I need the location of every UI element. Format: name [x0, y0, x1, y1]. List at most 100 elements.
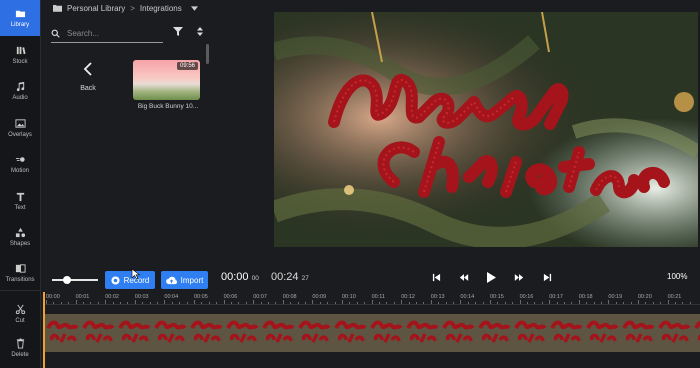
scrollbar[interactable] — [206, 44, 209, 64]
media-thumbnail[interactable]: 09:56 — [133, 60, 200, 100]
timeline-tick — [268, 302, 269, 304]
timeline-tick — [460, 300, 462, 304]
search-box — [51, 24, 163, 43]
filmstrip-frame — [260, 314, 296, 352]
timeline-tick — [445, 302, 447, 304]
timeline-tick — [290, 302, 292, 304]
timeline-tick — [297, 302, 299, 304]
current-timecode: 00:00 00 — [221, 271, 259, 283]
rail-item-overlays[interactable]: Overlays — [0, 110, 40, 146]
playhead[interactable] — [43, 292, 45, 368]
video-preview[interactable] — [274, 12, 698, 247]
timeline-tick — [260, 302, 262, 304]
filter-icon[interactable] — [173, 27, 183, 36]
rewind-button[interactable] — [458, 271, 470, 283]
breadcrumb-current: Integrations — [139, 3, 182, 13]
timeline-zoom-slider[interactable] — [52, 279, 98, 281]
filmstrip-frame — [116, 314, 152, 352]
timeline-tick — [334, 302, 336, 304]
timeline-tick-label: 00:18 — [578, 294, 593, 300]
mouse-cursor-icon — [131, 268, 141, 280]
breadcrumb-root[interactable]: Personal Library — [67, 4, 125, 13]
timeline-tick — [438, 302, 440, 304]
total-frames: 27 — [301, 275, 309, 282]
timeline-tick — [364, 302, 366, 304]
timeline-tick-label: 00:08 — [282, 294, 297, 300]
fast-forward-button[interactable] — [513, 271, 525, 283]
timeline-tick-label: 00:05 — [194, 294, 208, 300]
timeline-tick — [660, 302, 662, 304]
timeline-tick — [386, 302, 388, 304]
video-frame — [274, 12, 698, 247]
timeline-tick — [312, 300, 314, 304]
filmstrip-frame — [296, 314, 332, 352]
timeline-tick — [623, 302, 625, 304]
timeline-tick — [379, 302, 380, 304]
timeline-tick — [127, 302, 129, 304]
slider-knob[interactable] — [63, 276, 71, 284]
import-button[interactable]: Import — [161, 271, 208, 289]
timeline-tick — [490, 300, 491, 304]
timeline-tick — [186, 302, 188, 304]
timeline-tick — [608, 300, 610, 304]
preview-zoom-level[interactable]: 100% — [667, 272, 687, 281]
filmstrip-frame — [548, 314, 584, 352]
chevron-down-icon[interactable] — [190, 5, 198, 11]
play-button[interactable] — [485, 271, 497, 283]
rail-tool-cut[interactable]: Cut — [0, 296, 40, 332]
timeline-tick — [327, 302, 329, 304]
timeline-tick — [645, 302, 647, 304]
record-button[interactable]: Record — [105, 271, 155, 289]
timeline-tick — [194, 300, 195, 304]
rail-label: Delete — [11, 352, 29, 358]
sort-icon[interactable] — [197, 27, 203, 36]
rail-item-stock[interactable]: Stock — [0, 37, 40, 73]
filmstrip-frame — [224, 314, 260, 352]
rail-item-motion[interactable]: Motion — [0, 146, 40, 182]
timeline-tick — [527, 302, 528, 304]
search-icon — [51, 29, 60, 38]
folder-icon — [15, 10, 25, 18]
chevron-left-icon — [83, 62, 92, 76]
timeline-tick — [90, 302, 92, 304]
timeline-tick — [408, 302, 410, 304]
search-input[interactable] — [65, 27, 159, 39]
filmstrip-frame — [152, 314, 188, 352]
breadcrumb: Personal Library > Integrations — [53, 2, 198, 14]
video-track[interactable] — [44, 314, 700, 352]
timeline-tick — [393, 302, 395, 304]
timeline-tick-label: 00:00 — [46, 294, 60, 300]
timeline-tick — [519, 300, 521, 304]
timeline-tick-label: 00:12 — [401, 294, 415, 300]
timeline-tick — [430, 300, 432, 304]
timeline-tick-label: 00:17 — [549, 294, 563, 300]
filmstrip-frame — [188, 314, 224, 352]
timeline-tick — [46, 300, 47, 304]
rail-item-text[interactable]: Text — [0, 183, 40, 219]
import-label: Import — [180, 275, 204, 285]
timeline-tick — [512, 302, 514, 304]
timeline-tick — [112, 302, 114, 304]
timeline-tick — [578, 300, 580, 304]
timeline-tick — [105, 300, 107, 304]
folder-icon — [53, 5, 62, 12]
record-icon — [111, 275, 120, 285]
rail-tool-delete[interactable]: Delete — [0, 330, 40, 366]
skip-to-start-button[interactable] — [430, 271, 442, 283]
filmstrip-frame — [44, 314, 80, 352]
timeline-tick — [371, 300, 373, 304]
timeline-tick — [667, 300, 669, 304]
back-button[interactable]: Back — [69, 62, 107, 102]
rail-item-transitions[interactable]: Transitions — [0, 255, 40, 291]
timeline-tick — [319, 302, 321, 304]
trash-icon — [16, 338, 24, 349]
filmstrip-frame — [80, 314, 116, 352]
timeline-tick — [149, 302, 151, 304]
timeline-tick-label: 00:15 — [490, 294, 504, 300]
rail-item-shapes[interactable]: Shapes — [0, 219, 40, 255]
rail-item-library[interactable]: Library — [0, 0, 40, 36]
timeline-ruler[interactable]: 00:00 00:01 00:02 00:03 00:04 00:05 00:06 00:07… — [44, 294, 700, 305]
skip-to-end-button[interactable] — [541, 271, 553, 283]
timeline-tick — [231, 302, 232, 304]
rail-item-audio[interactable]: Audio — [0, 73, 40, 109]
